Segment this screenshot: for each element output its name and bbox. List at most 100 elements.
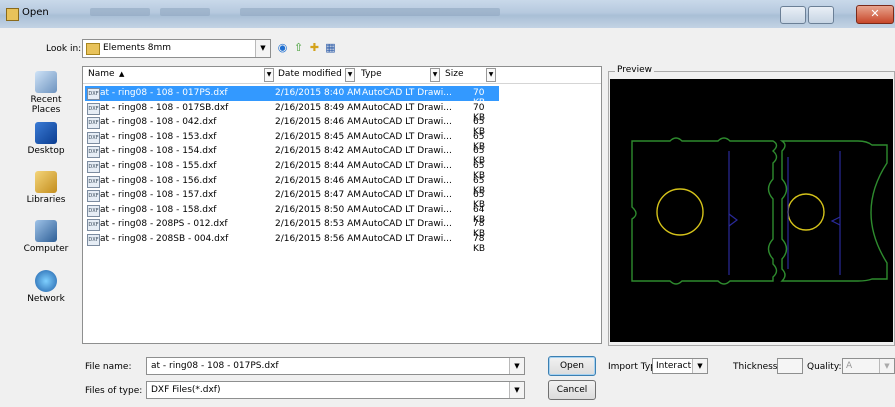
dxf-file-icon: DXF bbox=[87, 146, 100, 159]
file-row[interactable]: DXF at - ring08 - 108 - 042.dxf 2/16/2015 … bbox=[85, 115, 499, 137]
place-label: Network bbox=[27, 294, 65, 304]
import-type-select[interactable]: Interactive ▼ bbox=[652, 358, 708, 374]
preview-pane bbox=[610, 79, 893, 342]
file-name: at - ring08 - 108 - 157.dxf bbox=[100, 190, 217, 201]
chevron-down-icon[interactable]: ▼ bbox=[255, 40, 270, 57]
open-dialog: Open ✕ Look in: Elements 8mm ▼ ◉ ⇧ ✚ ▦ R… bbox=[0, 0, 895, 407]
filetype-value: DXF Files(*.dxf) bbox=[151, 385, 221, 395]
column-name[interactable]: Name bbox=[88, 69, 115, 79]
column-type[interactable]: Type bbox=[361, 69, 382, 79]
file-row[interactable]: DXF at - ring08 - 108 - 156.dxf 2/16/2015 … bbox=[85, 174, 499, 196]
view-menu-icon[interactable]: ▦ bbox=[324, 41, 337, 54]
file-name: at - ring08 - 208SB - 004.dxf bbox=[100, 234, 229, 244]
file-date: 2/16/2015 8:42 AM bbox=[275, 146, 362, 157]
place-computer[interactable]: Computer bbox=[17, 220, 75, 254]
file-row[interactable]: DXF at - ring08 - 208PS - 012.dxf 2/16/201… bbox=[85, 217, 499, 239]
column-type-dropdown[interactable]: ▼ bbox=[430, 68, 440, 82]
places-bar: Recent Places Desktop Libraries Computer… bbox=[17, 67, 75, 397]
place-label: Recent Places bbox=[30, 95, 62, 115]
part-outline-left bbox=[631, 137, 778, 285]
file-name: at - ring08 - 108 - 154.dxf bbox=[100, 146, 217, 157]
filetype-select[interactable]: DXF Files(*.dxf) ▼ bbox=[146, 381, 525, 399]
close-icon: ✕ bbox=[870, 7, 880, 20]
file-type: AutoCAD LT Drawi... bbox=[362, 190, 452, 201]
file-row[interactable]: DXF at - ring08 - 208SB - 004.dxf 2/16/201… bbox=[85, 232, 499, 254]
network-icon bbox=[35, 270, 57, 292]
desktop-icon bbox=[35, 122, 57, 144]
dxf-file-icon: DXF bbox=[87, 204, 100, 217]
chevron-down-icon[interactable]: ▼ bbox=[692, 359, 707, 373]
place-libraries[interactable]: Libraries bbox=[17, 171, 75, 205]
place-recent-places[interactable]: Recent Places bbox=[17, 71, 75, 115]
file-row[interactable]: DXF at - ring08 - 108 - 158.dxf 2/16/2015 … bbox=[85, 203, 499, 225]
chevron-down-icon[interactable]: ▼ bbox=[879, 359, 894, 373]
file-name: at - ring08 - 108 - 042.dxf bbox=[100, 117, 217, 128]
part-hole-left bbox=[656, 188, 704, 236]
filename-value: at - ring08 - 108 - 017PS.dxf bbox=[151, 361, 279, 371]
new-folder-icon[interactable]: ✚ bbox=[308, 41, 321, 54]
file-row[interactable]: DXF at - ring08 - 108 - 154.dxf 2/16/2015 … bbox=[85, 144, 499, 166]
filename-input[interactable]: at - ring08 - 108 - 017PS.dxf ▼ bbox=[146, 357, 525, 375]
file-size: 78 KB bbox=[473, 234, 486, 254]
part-notch-left bbox=[728, 213, 738, 227]
sort-arrow-icon: ▲ bbox=[119, 70, 125, 78]
place-desktop[interactable]: Desktop bbox=[17, 122, 75, 156]
chevron-down-icon[interactable]: ▼ bbox=[509, 358, 524, 374]
open-button[interactable]: Open bbox=[548, 356, 596, 376]
dxf-file-icon: DXF bbox=[87, 190, 100, 203]
dxf-file-icon: DXF bbox=[87, 117, 100, 130]
file-date: 2/16/2015 8:45 AM bbox=[275, 131, 362, 142]
file-type: AutoCAD LT Drawi... bbox=[362, 131, 452, 142]
preview-label: Preview bbox=[615, 65, 655, 75]
quality-select[interactable]: A ▼ bbox=[842, 358, 895, 374]
file-type: AutoCAD LT Drawi... bbox=[362, 204, 452, 215]
file-type: AutoCAD LT Drawi... bbox=[362, 219, 452, 230]
thickness-label: Thickness: bbox=[733, 362, 781, 372]
lookin-combo[interactable]: Elements 8mm ▼ bbox=[82, 39, 271, 58]
close-button[interactable]: ✕ bbox=[856, 5, 894, 24]
folder-icon bbox=[86, 43, 100, 55]
lookin-label: Look in: bbox=[46, 44, 82, 54]
column-date-dropdown[interactable]: ▼ bbox=[345, 68, 355, 82]
file-name: at - ring08 - 108 - 156.dxf bbox=[100, 175, 217, 186]
dxf-file-icon: DXF bbox=[87, 219, 100, 232]
quality-label: Quality: bbox=[807, 362, 842, 372]
file-date: 2/16/2015 8:49 AM bbox=[275, 102, 362, 113]
file-list[interactable]: Name ▲ ▼ Date modified ▼ Type ▼ Size ▼ D… bbox=[82, 66, 602, 344]
file-date: 2/16/2015 8:53 AM bbox=[275, 219, 362, 230]
file-row[interactable]: DXF at - ring08 - 108 - 017PS.dxf 2/16/201… bbox=[85, 86, 499, 108]
filetype-label: Files of type: bbox=[85, 386, 143, 396]
file-row[interactable]: DXF at - ring08 - 108 - 157.dxf 2/16/2015 … bbox=[85, 188, 499, 210]
file-name: at - ring08 - 108 - 017SB.dxf bbox=[100, 102, 229, 113]
file-name: at - ring08 - 108 - 155.dxf bbox=[100, 161, 217, 171]
column-size[interactable]: Size bbox=[445, 69, 463, 79]
up-folder-icon[interactable]: ⇧ bbox=[292, 41, 305, 54]
file-name: at - ring08 - 108 - 153.dxf bbox=[100, 131, 217, 142]
back-icon[interactable]: ◉ bbox=[276, 41, 289, 54]
dxf-file-icon: DXF bbox=[87, 131, 100, 144]
file-row[interactable]: DXF at - ring08 - 108 - 017SB.dxf 2/16/201… bbox=[85, 101, 499, 123]
app-icon bbox=[6, 8, 19, 21]
file-date: 2/16/2015 8:56 AM bbox=[275, 234, 362, 244]
maximize-button[interactable] bbox=[808, 6, 834, 24]
file-row[interactable]: DXF at - ring08 - 108 - 155.dxf 2/16/2015 … bbox=[85, 159, 499, 181]
place-network[interactable]: Network bbox=[17, 270, 75, 304]
file-date: 2/16/2015 8:46 AM bbox=[275, 117, 362, 128]
part-hole-right bbox=[787, 193, 825, 231]
column-name-dropdown[interactable]: ▼ bbox=[264, 68, 274, 82]
place-label: Computer bbox=[23, 244, 69, 254]
file-row[interactable]: DXF at - ring08 - 108 - 153.dxf 2/16/2015 … bbox=[85, 130, 499, 152]
title-bar[interactable]: Open ✕ bbox=[0, 0, 895, 28]
file-type: AutoCAD LT Drawi... bbox=[362, 234, 452, 244]
column-date[interactable]: Date modified bbox=[278, 69, 342, 79]
file-date: 2/16/2015 8:50 AM bbox=[275, 204, 362, 215]
file-date: 2/16/2015 8:47 AM bbox=[275, 190, 362, 201]
column-size-dropdown[interactable]: ▼ bbox=[486, 68, 496, 82]
place-label: Libraries bbox=[26, 195, 66, 205]
thickness-input[interactable] bbox=[777, 358, 803, 374]
cancel-button[interactable]: Cancel bbox=[548, 380, 596, 400]
chevron-down-icon[interactable]: ▼ bbox=[509, 382, 524, 398]
minimize-button[interactable] bbox=[780, 6, 806, 24]
dxf-file-icon: DXF bbox=[87, 234, 100, 246]
file-date: 2/16/2015 8:44 AM bbox=[275, 161, 362, 171]
